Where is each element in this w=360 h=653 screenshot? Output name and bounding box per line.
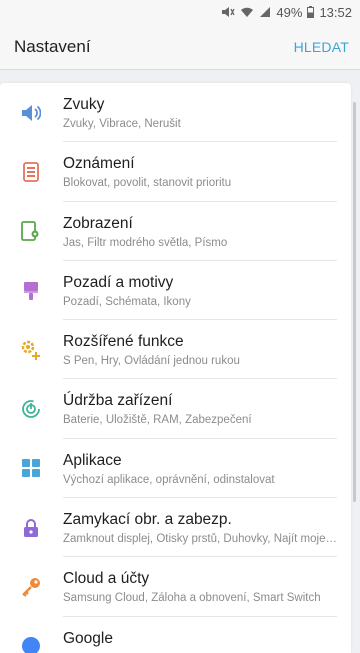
battery-level: 49% <box>276 4 303 20</box>
speaker-icon <box>20 102 42 124</box>
settings-item-summary: Blokovat, povolit, stanovit prioritu <box>63 177 232 190</box>
settings-item-label: Oznámení <box>63 155 135 173</box>
settings-item-udrzba-zarizeni[interactable]: Údržba zařízení Baterie, Úložiště, RAM, … <box>0 379 351 439</box>
mute-icon <box>221 6 236 18</box>
signal-icon <box>259 6 271 18</box>
battery-icon <box>307 6 315 18</box>
settings-item-label: Údržba zařízení <box>63 392 173 410</box>
settings-item-zamykaci-obr-a-zabezp[interactable]: Zamykací obr. a zabezp. Zamknout displej… <box>0 498 351 558</box>
settings-item-oznameni[interactable]: Oznámení Blokovat, povolit, stanovit pri… <box>0 142 351 202</box>
settings-item-label: Cloud a účty <box>63 570 150 588</box>
settings-item-summary: Zvuky, Vibrace, Nerušit <box>63 118 181 130</box>
settings-item-text: Rozšířené funkce S Pen, Hry, Ovládání je… <box>63 320 339 379</box>
status-bar: 49% 13:52 <box>0 0 360 24</box>
settings-item-summary: Výchozí aplikace, oprávnění, odinstalova… <box>63 473 275 486</box>
app-bar: Nastavení HLEDAT <box>0 24 360 70</box>
page-title: Nastavení <box>14 36 91 56</box>
google-icon <box>20 635 42 653</box>
settings-item-label: Zamykací obr. a zabezp. <box>63 511 232 529</box>
settings-item-text: Oznámení Blokovat, povolit, stanovit pri… <box>63 142 339 201</box>
gears-plus-icon <box>20 339 42 361</box>
wifi-icon <box>240 6 254 18</box>
settings-item-summary: Jas, Filtr modrého světla, Písmo <box>63 236 228 249</box>
settings-item-summary: S Pen, Hry, Ovládání jednou rukou <box>63 355 240 368</box>
settings-item-text: Aplikace Výchozí aplikace, oprávnění, od… <box>63 439 339 498</box>
settings-item-label: Zvuky <box>63 96 105 113</box>
settings-item-text: Cloud a účty Samsung Cloud, Záloha a obn… <box>63 557 339 616</box>
settings-item-label: Google <box>63 629 113 647</box>
lock-icon <box>20 517 42 539</box>
settings-item-label: Aplikace <box>63 451 122 469</box>
clock: 13:52 <box>319 4 352 20</box>
settings-list: Zvuky Zvuky, Vibrace, Nerušit Oznámení B… <box>0 83 351 653</box>
settings-item-summary: Samsung Cloud, Záloha a obnovení, Smart … <box>63 592 321 605</box>
settings-item-summary: Pozadí, Schémata, Ikony <box>63 295 191 308</box>
settings-item-text: Pozadí a motivy Pozadí, Schémata, Ikony <box>63 261 339 320</box>
apps-grid-icon <box>20 457 42 479</box>
brush-icon <box>20 280 42 302</box>
settings-item-zobrazeni[interactable]: Zobrazení Jas, Filtr modrého světla, Pís… <box>0 202 351 261</box>
settings-item-cloud-a-ucty[interactable]: Cloud a účty Samsung Cloud, Záloha a obn… <box>0 557 351 617</box>
settings-item-text: Google <box>63 617 339 653</box>
search-button[interactable]: HLEDAT <box>294 39 349 55</box>
notification-icon <box>20 161 42 183</box>
settings-item-summary: Baterie, Úložiště, RAM, Zabezpečení <box>63 414 252 427</box>
settings-item-zvuky[interactable]: Zvuky Zvuky, Vibrace, Nerušit <box>0 83 351 143</box>
scrollbar[interactable] <box>353 102 356 502</box>
settings-item-google[interactable]: Google <box>0 617 351 653</box>
settings-item-aplikace[interactable]: Aplikace Výchozí aplikace, oprávnění, od… <box>0 439 351 499</box>
settings-item-pozadi-a-motivy[interactable]: Pozadí a motivy Pozadí, Schémata, Ikony <box>0 261 351 321</box>
device-care-icon <box>20 398 42 420</box>
settings-item-summary: Zamknout displej, Otisky prstů, Duhovky,… <box>63 533 339 546</box>
settings-item-text: Zvuky Zvuky, Vibrace, Nerušit <box>63 83 339 142</box>
key-icon <box>20 576 42 598</box>
settings-item-label: Rozšířené funkce <box>63 333 184 351</box>
settings-item-rozsirene-funkce[interactable]: Rozšířené funkce S Pen, Hry, Ovládání je… <box>0 320 351 380</box>
settings-item-text: Zamykací obr. a zabezp. Zamknout displej… <box>63 498 339 557</box>
settings-item-label: Pozadí a motivy <box>63 273 174 291</box>
display-icon <box>20 220 42 242</box>
settings-item-text: Údržba zařízení Baterie, Úložiště, RAM, … <box>63 379 339 438</box>
settings-item-label: Zobrazení <box>63 214 133 232</box>
settings-item-text: Zobrazení Jas, Filtr modrého světla, Pís… <box>63 202 339 261</box>
